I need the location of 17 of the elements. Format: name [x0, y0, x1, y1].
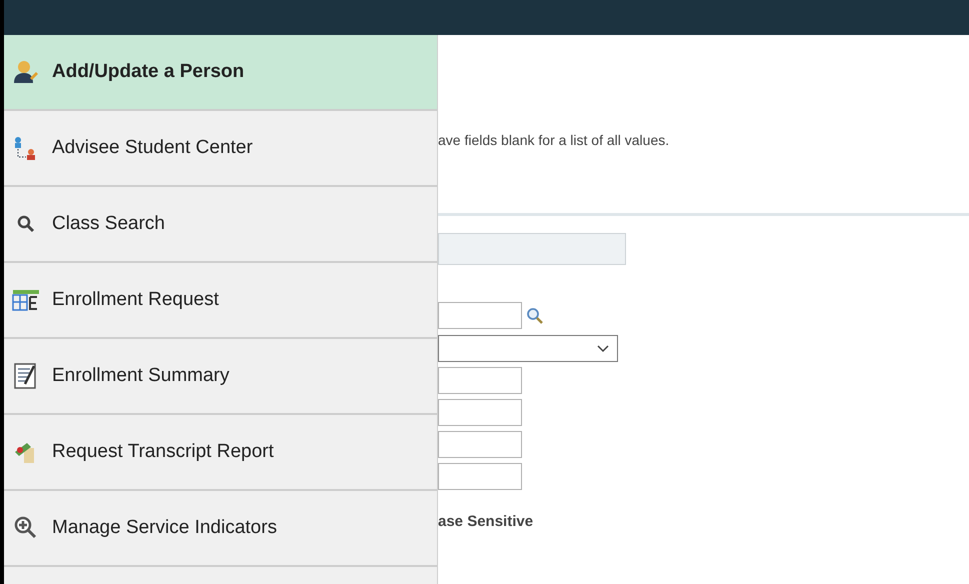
person-edit-icon — [13, 60, 39, 84]
input-field[interactable] — [438, 302, 522, 329]
chevron-down-icon — [597, 344, 609, 352]
table-grid-icon — [12, 289, 40, 311]
menu-item[interactable]: Add/Update a Person — [4, 35, 437, 111]
notepad-pencil-icon — [14, 363, 38, 389]
dropdown-field[interactable] — [438, 335, 618, 362]
case-sensitive-label: ase Sensitive — [438, 512, 534, 532]
input-field[interactable] — [438, 463, 522, 490]
input-field[interactable] — [438, 399, 522, 426]
search-icon — [17, 215, 35, 233]
search-icon[interactable] — [526, 306, 544, 324]
input-field[interactable] — [438, 431, 522, 458]
input-field[interactable] — [438, 367, 522, 394]
input-field[interactable] — [438, 233, 626, 265]
instructions-text: ave fields blank for a list of all values. — [438, 131, 670, 150]
zoom-in-icon — [14, 516, 38, 540]
